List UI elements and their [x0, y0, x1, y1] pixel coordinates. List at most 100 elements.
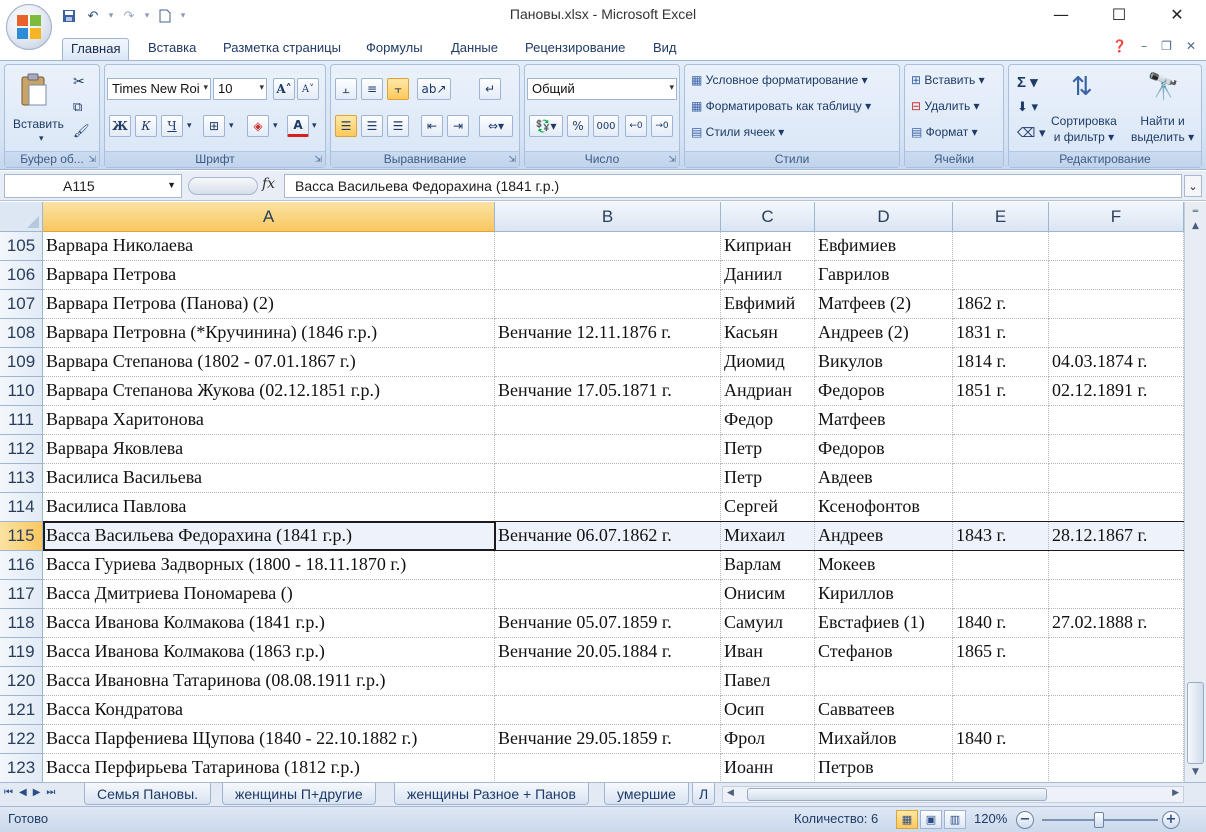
cell-f[interactable]: 02.12.1891 г.	[1049, 377, 1184, 406]
next-sheet-icon[interactable]: ▶	[33, 787, 41, 798]
cell-d[interactable]: Матфеев	[815, 406, 953, 435]
cell-f[interactable]	[1049, 580, 1184, 609]
tab-insert[interactable]: Вставка	[140, 38, 204, 60]
cell-e[interactable]	[953, 464, 1049, 493]
number-format-combo[interactable]: Общий ▾	[527, 78, 677, 100]
cell-d[interactable]: Евстафиев (1)	[815, 609, 953, 638]
first-sheet-icon[interactable]: ⏮	[4, 787, 13, 798]
ribbon-close-icon[interactable]: ✕	[1186, 39, 1196, 53]
cell-a[interactable]: Варвара Петровна (*Кручинина) (1846 г.р.…	[43, 319, 495, 348]
font-color-dropdown-icon[interactable]: ▾	[312, 120, 317, 131]
cell-d[interactable]: Матфеев (2)	[815, 290, 953, 319]
font-launcher-icon[interactable]: ⇲	[314, 155, 322, 165]
insert-function-icon[interactable]: fx	[262, 176, 275, 192]
sort-filter-icon[interactable]: ⇅	[1071, 71, 1093, 102]
cell-b[interactable]	[495, 232, 721, 261]
cell-c[interactable]: Диомид	[721, 348, 815, 377]
row-header[interactable]: 116	[0, 551, 43, 580]
row-header[interactable]: 106	[0, 261, 43, 290]
cell-a[interactable]: Варвара Петрова	[43, 261, 495, 290]
cell-b[interactable]	[495, 754, 721, 782]
cell-e[interactable]: 1814 г.	[953, 348, 1049, 377]
cell-b[interactable]: Венчание 12.11.1876 г.	[495, 319, 721, 348]
cell-e[interactable]: 1840 г.	[953, 609, 1049, 638]
zoom-in-icon[interactable]: +	[1162, 811, 1180, 829]
scroll-left-icon[interactable]: ◀	[727, 788, 734, 798]
prev-sheet-icon[interactable]: ◀	[19, 787, 27, 798]
row-header[interactable]: 120	[0, 667, 43, 696]
format-cells-button[interactable]: ▤ Формат ▾	[911, 125, 978, 139]
column-header-c[interactable]: C	[721, 202, 815, 232]
row-header[interactable]: 117	[0, 580, 43, 609]
find-select-button[interactable]: Найти и выделить ▾	[1131, 113, 1194, 145]
decrease-decimal-icon[interactable]: →0	[651, 115, 673, 137]
row-header[interactable]: 110	[0, 377, 43, 406]
cell-e[interactable]	[953, 696, 1049, 725]
row-header[interactable]: 109	[0, 348, 43, 377]
bold-button[interactable]: Ж	[109, 115, 131, 137]
cell-b[interactable]: Венчание 17.05.1871 г.	[495, 377, 721, 406]
font-color-icon[interactable]: A	[287, 115, 309, 137]
tab-review[interactable]: Рецензирование	[517, 38, 633, 60]
help-icon[interactable]: ❓	[1112, 39, 1127, 53]
sheet-tab-family[interactable]: Семья Пановы.	[84, 783, 212, 805]
conditional-formatting-button[interactable]: ▦ Условное форматирование ▾	[691, 73, 868, 87]
tab-data[interactable]: Данные	[443, 38, 506, 60]
clipboard-launcher-icon[interactable]: ⇲	[88, 155, 96, 165]
row-header[interactable]: 105	[0, 232, 43, 261]
cell-a[interactable]: Василиса Васильева	[43, 464, 495, 493]
column-header-a[interactable]: A	[43, 202, 495, 232]
scroll-down-icon[interactable]: ▼	[1187, 764, 1204, 780]
cell-e[interactable]	[953, 493, 1049, 522]
cell-e[interactable]	[953, 667, 1049, 696]
select-all-button[interactable]	[0, 202, 43, 232]
cell-c[interactable]: Онисим	[721, 580, 815, 609]
cell-c[interactable]: Осип	[721, 696, 815, 725]
page-break-view-icon[interactable]: ▥	[944, 810, 966, 829]
cell-d[interactable]: Гаврилов	[815, 261, 953, 290]
percent-button[interactable]: %	[567, 115, 589, 137]
cell-e[interactable]	[953, 580, 1049, 609]
font-name-dropdown-icon[interactable]: ▾	[203, 82, 208, 93]
expand-formula-bar-icon[interactable]: ⌄	[1184, 175, 1202, 197]
ribbon-restore-icon[interactable]: ❐	[1161, 39, 1172, 53]
format-as-table-button[interactable]: ▦ Форматировать как таблицу ▾	[691, 99, 871, 113]
cell-d[interactable]: Ксенофонтов	[815, 493, 953, 522]
cell-c[interactable]: Сергей	[721, 493, 815, 522]
align-center-icon[interactable]: ☰	[361, 115, 383, 137]
binoculars-icon[interactable]: 🔭	[1147, 71, 1179, 102]
cell-d[interactable]: Петров	[815, 754, 953, 782]
cell-d[interactable]: Федоров	[815, 377, 953, 406]
cell-e[interactable]	[953, 551, 1049, 580]
cell-f[interactable]	[1049, 435, 1184, 464]
cell-b[interactable]	[495, 290, 721, 319]
cell-c[interactable]: Касьян	[721, 319, 815, 348]
row-header[interactable]: 123	[0, 754, 43, 782]
increase-font-icon[interactable]: A˄	[273, 78, 295, 100]
cell-c[interactable]: Варлам	[721, 551, 815, 580]
row-header[interactable]: 113	[0, 464, 43, 493]
paste-button[interactable]: Вставить	[13, 117, 64, 131]
font-size-dropdown-icon[interactable]: ▾	[259, 82, 264, 93]
cell-f[interactable]	[1049, 493, 1184, 522]
cell-b[interactable]: Венчание 29.05.1859 г.	[495, 725, 721, 754]
align-top-icon[interactable]: ⫠	[335, 78, 357, 100]
horizontal-scrollbar[interactable]: ◀ ▶	[722, 786, 1184, 803]
cell-b[interactable]	[495, 551, 721, 580]
row-header[interactable]: 111	[0, 406, 43, 435]
underline-button[interactable]: Ч	[161, 115, 183, 137]
paste-dropdown-icon[interactable]: ▾	[39, 133, 44, 144]
cell-c[interactable]: Петр	[721, 435, 815, 464]
cell-a[interactable]: Васса Гуриева Задворных (1800 - 18.11.18…	[43, 551, 495, 580]
tab-home[interactable]: Главная	[62, 38, 130, 60]
column-header-d[interactable]: D	[815, 202, 953, 232]
cell-c[interactable]: Фрол	[721, 725, 815, 754]
cell-d[interactable]	[815, 667, 953, 696]
column-header-b[interactable]: B	[495, 202, 721, 232]
cell-b[interactable]	[495, 696, 721, 725]
last-sheet-icon[interactable]: ⏭	[46, 787, 55, 798]
wrap-text-icon[interactable]: ↵	[479, 78, 501, 100]
sheet-tab-deceased[interactable]: умершие	[604, 783, 689, 805]
align-left-icon[interactable]: ☰	[335, 115, 357, 137]
row-header[interactable]: 122	[0, 725, 43, 754]
